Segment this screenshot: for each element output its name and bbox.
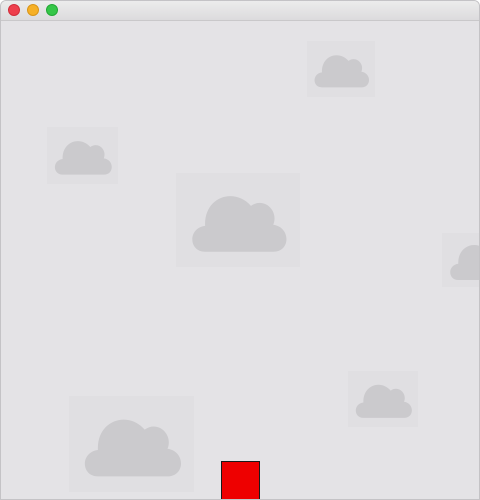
cloud-icon (442, 233, 479, 287)
cloud-icon (348, 371, 418, 427)
minimize-button[interactable] (27, 4, 39, 16)
cloud-2-shape (54, 141, 112, 175)
game-canvas[interactable] (1, 21, 479, 499)
cloud-icon (307, 41, 375, 97)
cloud-3-shape (192, 196, 287, 252)
cloud-6-shape (84, 419, 181, 477)
maximize-button[interactable] (46, 4, 58, 16)
title-bar[interactable] (1, 1, 479, 21)
cloud-4-shape (450, 245, 479, 280)
game-window (0, 0, 480, 500)
player-block[interactable] (221, 461, 260, 499)
cloud-icon (176, 173, 300, 267)
cloud-icon (69, 396, 194, 492)
cloud-1-shape (314, 55, 370, 88)
cloud-icon (47, 127, 118, 184)
cloud-5-shape (355, 384, 412, 418)
close-button[interactable] (8, 4, 20, 16)
